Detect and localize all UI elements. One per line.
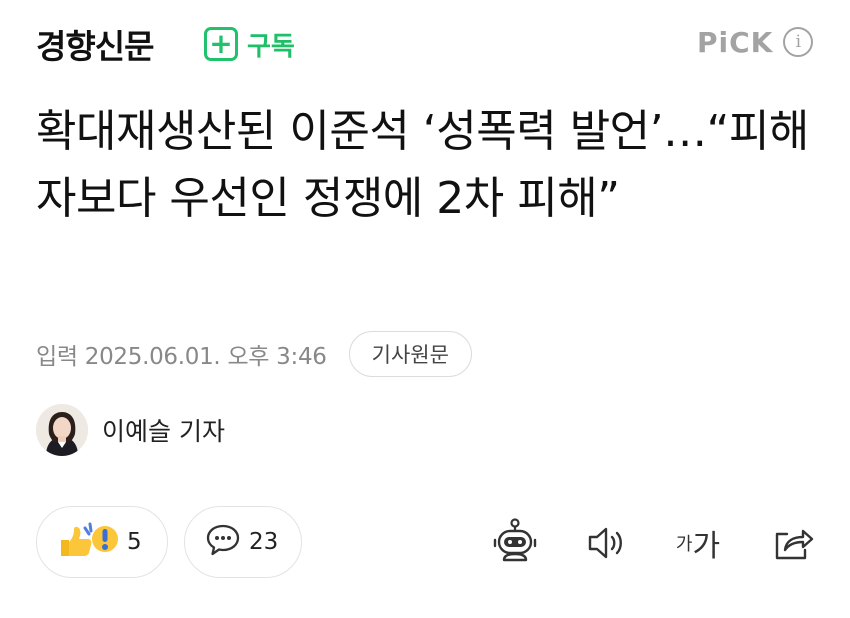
original-article-button[interactable]: 기사원문 <box>348 331 472 377</box>
reporter-avatar[interactable] <box>36 404 88 456</box>
article-header: 경향신문 + 구독 PiCK i <box>0 0 850 84</box>
share-icon[interactable] <box>768 518 818 568</box>
comment-button[interactable]: 23 <box>184 506 302 578</box>
article-meta: 입력 2025.06.01. 오후 3:46 기사원문 <box>36 330 472 378</box>
pick-label: PiCK <box>697 25 774 59</box>
reaction-button[interactable]: 5 <box>36 506 168 578</box>
info-icon[interactable]: i <box>783 27 814 57</box>
font-size-icon[interactable]: 가가 <box>670 518 726 568</box>
subscribe-label: 구독 <box>247 31 295 62</box>
robot-summary-icon[interactable] <box>490 518 540 568</box>
reporter-info[interactable]: 이예슬 기자 <box>36 402 225 458</box>
subscribe-button[interactable]: + 구독 <box>204 24 295 64</box>
reporter-name[interactable]: 이예슬 기자 <box>102 412 225 448</box>
publish-date: 입력 2025.06.01. 오후 3:46 <box>36 344 327 370</box>
font-size-big-label: 가 <box>692 529 721 564</box>
reaction-count: 5 <box>127 529 142 555</box>
article-headline: 확대재생산된 이준석 ‘성폭력 발언’…“피해자보다 우선인 정쟁에 2차 피해… <box>36 106 809 224</box>
comment-count: 23 <box>249 529 279 555</box>
plus-icon: + <box>204 27 238 61</box>
action-bar: 5 23 가 가 <box>0 506 850 582</box>
pick-badge[interactable]: PiCK i <box>697 24 814 60</box>
comment-icon <box>205 523 241 561</box>
press-logo[interactable]: 경향신문 <box>36 20 154 68</box>
font-size-small-label: 가 <box>675 534 693 555</box>
reaction-icon <box>55 520 119 564</box>
speaker-icon[interactable] <box>582 518 632 568</box>
